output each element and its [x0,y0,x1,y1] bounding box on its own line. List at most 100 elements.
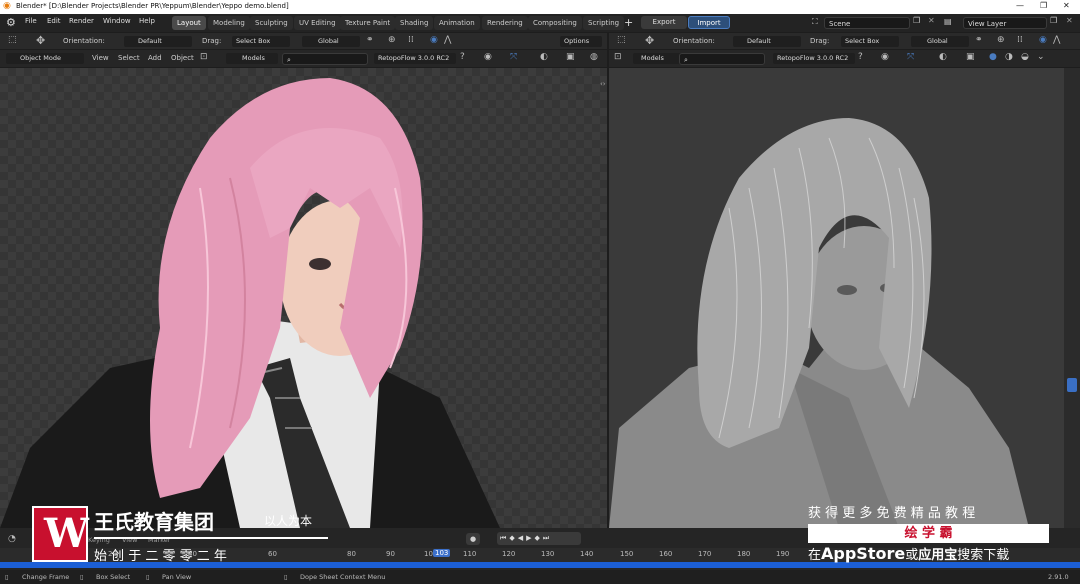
scene-field[interactable]: Scene [824,17,910,29]
menu-edit[interactable]: Edit [47,17,61,25]
orientation-dropdown[interactable]: Default [124,36,192,47]
retopoflow-dropdown[interactable]: RetopoFlow 3.0.0 RC2 [374,53,456,64]
tab-layout[interactable]: Layout [172,16,206,30]
shading-options-icon[interactable]: ⌄ [1037,52,1045,62]
tab-modeling[interactable]: Modeling [208,16,250,30]
tab-uv-editing[interactable]: UV Editing [294,16,341,30]
brand-logo: W [32,506,89,562]
workspace-mode-icon[interactable]: ⊡ [200,52,208,62]
add-menu[interactable]: Add [148,54,162,62]
promo-line2-c: 或 [905,548,919,563]
select-tool-icon-right[interactable]: ⬚ [617,35,626,45]
falloff-icon-right[interactable]: ⋀ [1053,35,1060,45]
menu-window[interactable]: Window [103,17,131,25]
jump-end-icon[interactable]: ⏭ [543,534,552,542]
pivot-point-icon-right[interactable]: ⚭ [975,35,983,45]
drag-label: Drag: [202,37,222,45]
editor-type-icon[interactable]: ⊡ [614,52,622,62]
mode-dropdown[interactable]: Object Mode [6,53,84,64]
visibility-icon[interactable]: ◉ [484,52,492,62]
transform-pivot-icon[interactable]: ✥ [36,34,45,47]
help-icon-right[interactable]: ? [858,52,863,62]
tab-rendering[interactable]: Rendering [482,16,528,30]
prev-key-icon[interactable]: ◆ [509,534,517,542]
search-field-right[interactable]: ⌕ [679,53,765,65]
tick-label: 190 [776,550,790,558]
playback-controls[interactable]: ⏮◆◀▶◆⏭ [497,532,581,545]
jump-start-icon[interactable]: ⏮ [500,534,509,542]
add-workspace-icon[interactable]: + [624,16,633,29]
maximize-icon[interactable]: ❐ [1040,1,1047,10]
search-field[interactable]: ⌕ [282,53,368,65]
drag-dropdown-right[interactable]: Select Box [841,36,899,47]
shading-wire-icon[interactable]: ◍ [590,52,598,62]
proportional-edit-icon-right[interactable]: ◉ [1039,35,1047,45]
view-layer-icon: ▤ [944,17,952,26]
gizmo-icon-right[interactable]: ⤧ [907,52,914,62]
menu-help[interactable]: Help [139,17,155,25]
retopoflow-dropdown-right[interactable]: RetopoFlow 3.0.0 RC2 [773,53,855,64]
blender-menu-icon[interactable]: ⚙ [6,16,16,29]
select-tool-icon[interactable]: ⬚ [8,35,17,45]
tab-sculpting[interactable]: Sculpting [250,16,293,30]
visibility-icon-right[interactable]: ◉ [881,52,889,62]
tool-settings-right: ⬚ ✥ Orientation: Default Drag: Select Bo… [609,33,1080,49]
xray-icon[interactable]: ▣ [566,52,575,62]
view-layer-field[interactable]: View Layer [963,17,1047,29]
models-dropdown-right[interactable]: Models [633,53,685,64]
viewport-rendered[interactable]: ‹› [0,68,607,528]
transform-orientation-dropdown[interactable]: Global [302,36,360,47]
tab-scripting[interactable]: Scripting [583,16,625,30]
snap-icon-right[interactable]: ⊕ [997,35,1005,45]
tab-texture-paint[interactable]: Texture Paint [340,16,396,30]
tab-animation[interactable]: Animation [434,16,480,30]
sidebar-tab-active[interactable] [1067,378,1077,392]
drag-dropdown[interactable]: Select Box [232,36,290,47]
options-dropdown[interactable]: Options [560,36,602,47]
new-scene-icon[interactable]: ❐ [913,16,920,25]
overlay-icon[interactable]: ◐ [540,52,548,62]
models-dropdown[interactable]: Models [226,53,278,64]
timeline-editor-icon[interactable]: ◔ [8,534,16,544]
import-button[interactable]: Import [688,16,730,29]
next-key-icon[interactable]: ◆ [534,534,542,542]
select-menu[interactable]: Select [118,54,140,62]
tab-compositing[interactable]: Compositing [528,16,582,30]
current-frame-indicator[interactable]: 103 [433,549,451,557]
help-icon[interactable]: ? [460,52,465,62]
view-menu[interactable]: View [92,54,109,62]
minimize-icon[interactable]: — [1016,1,1024,10]
global-value-right: Global [927,37,948,45]
xray-icon-right[interactable]: ▣ [966,52,975,62]
snap-target-icon[interactable]: ⁞⁞ [408,35,414,45]
menu-file[interactable]: File [25,17,37,25]
tick-label: 170 [698,550,712,558]
close-icon[interactable]: ✕ [1063,1,1070,10]
viewport-header-right: ⊡ Models ⌕ RetopoFlow 3.0.0 RC2 ? ◉ ⤧ ◐ … [609,50,1080,67]
play-reverse-icon[interactable]: ◀ [518,534,526,542]
overlay-icon-right[interactable]: ◐ [939,52,947,62]
record-icon[interactable]: ● [466,533,480,545]
snap-icon[interactable]: ⊕ [388,35,396,45]
viewport-solid[interactable] [609,68,1064,528]
menu-render[interactable]: Render [69,17,94,25]
orientation-dropdown-right[interactable]: Default [733,36,801,47]
export-button[interactable]: Export [641,16,687,29]
rendered-shading-icon[interactable]: ◒ [1021,52,1029,62]
status-change-frame: Change Frame [22,573,70,581]
falloff-icon[interactable]: ⋀ [444,35,451,45]
new-view-layer-icon[interactable]: ❐ [1050,16,1057,25]
pivot-point-icon[interactable]: ⚭ [366,35,374,45]
material-shading-icon[interactable]: ◑ [1005,52,1013,62]
proportional-edit-icon[interactable]: ◉ [430,35,438,45]
gizmo-icon[interactable]: ⤧ [510,52,517,62]
tab-shading[interactable]: Shading [395,16,434,30]
remove-view-layer-icon[interactable]: ✕ [1066,16,1073,25]
object-menu[interactable]: Object [171,54,194,62]
solid-shading-icon[interactable]: ● [989,52,997,62]
transform-pivot-icon-right[interactable]: ✥ [645,34,654,47]
transform-orientation-dropdown-right[interactable]: Global [911,36,969,47]
remove-scene-icon[interactable]: ✕ [928,16,935,25]
sidebar-tabs-strip[interactable] [1064,68,1080,528]
snap-target-icon-right[interactable]: ⁞⁞ [1017,35,1023,45]
